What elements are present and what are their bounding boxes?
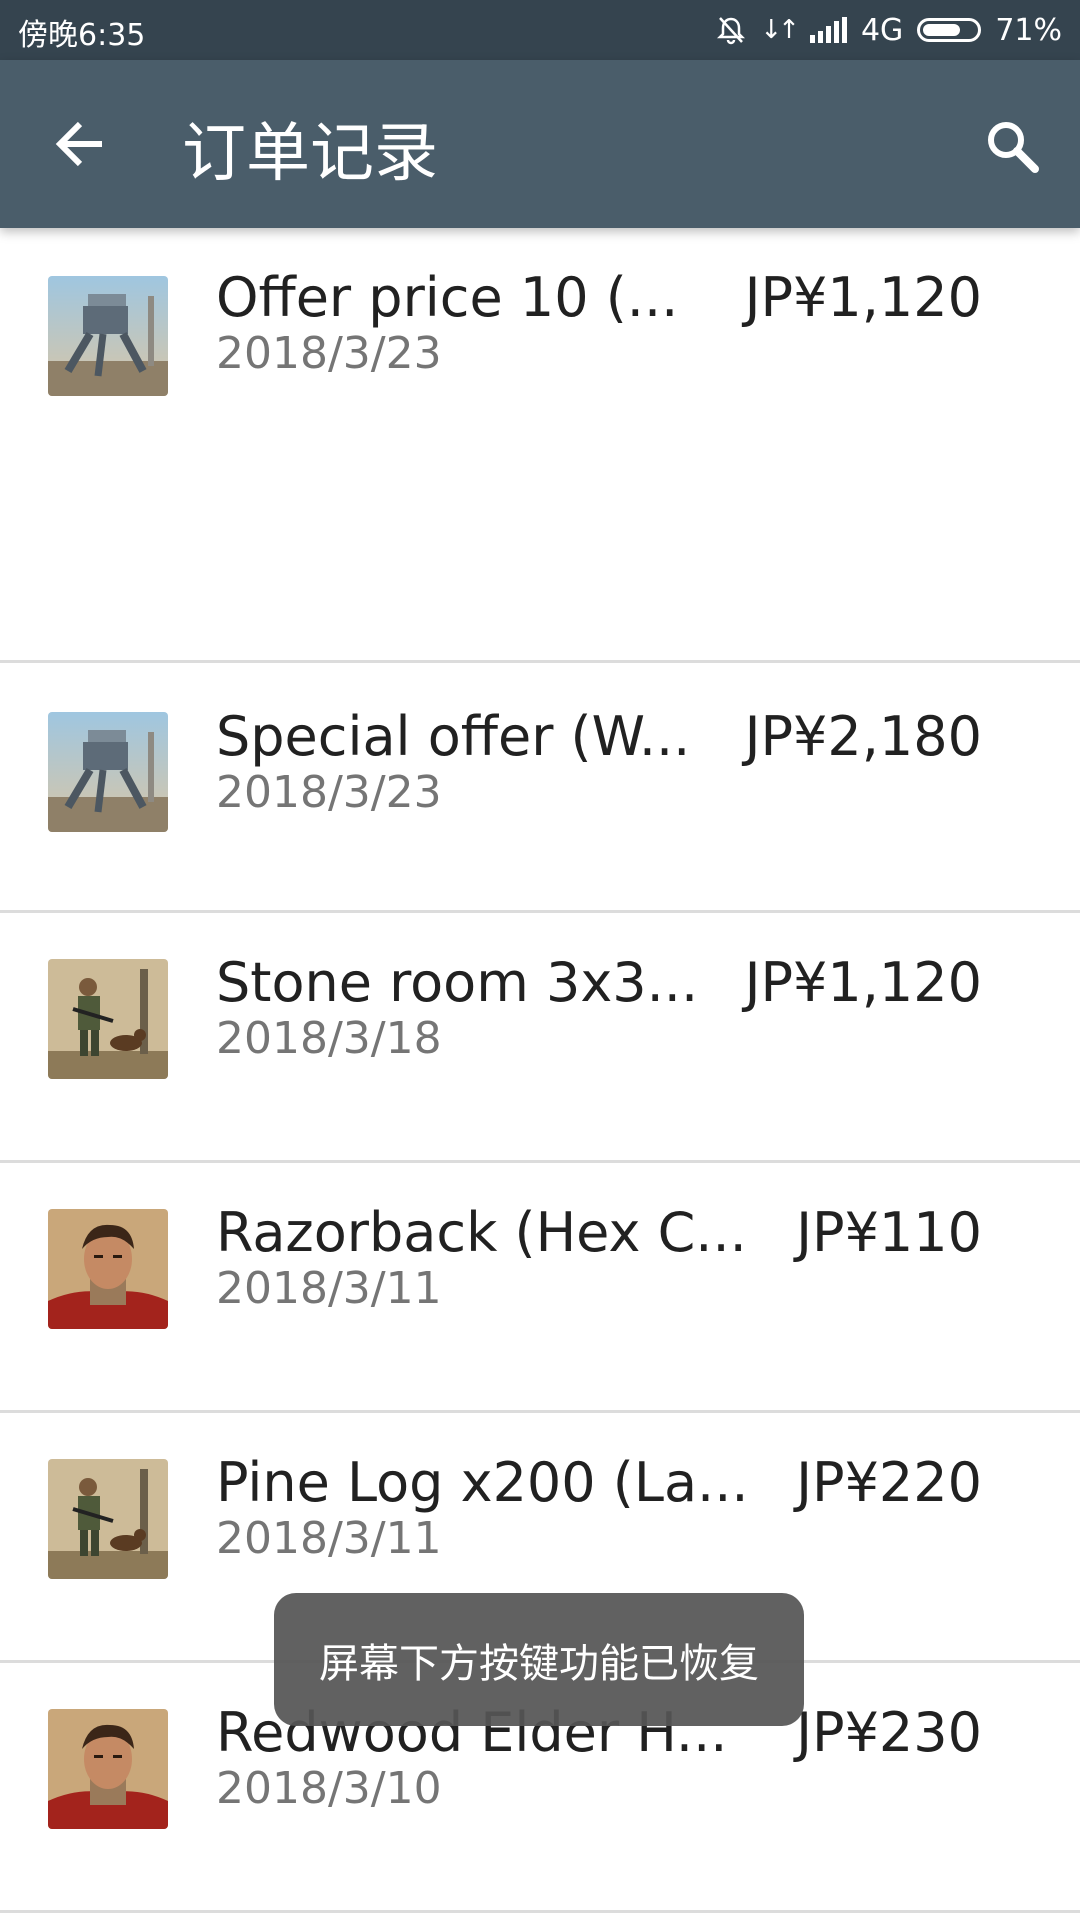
search-icon [988, 122, 1039, 173]
toast-message: 屏幕下方按键功能已恢复 [274, 1593, 804, 1726]
order-row[interactable]: Offer price 10 (... 2018/3/23 JP¥1,120 [0, 228, 1080, 663]
bell-muted-icon [717, 17, 746, 45]
back-button[interactable] [40, 106, 120, 182]
order-price: JP¥230 [796, 1701, 982, 1764]
order-date: 2018/3/10 [216, 1763, 442, 1814]
order-title: Special offer (W... [216, 705, 691, 768]
order-price: JP¥110 [796, 1201, 982, 1264]
order-date: 2018/3/18 [216, 1013, 442, 1064]
signal-strength-icon [809, 17, 847, 43]
battery-fill [923, 24, 961, 36]
page-title: 订单记录 [182, 117, 438, 191]
order-row[interactable]: Razorback (Hex C... 2018/3/11 JP¥110 [0, 1163, 1080, 1413]
battery-icon [917, 18, 982, 42]
order-title: Pine Log x200 (La... [216, 1451, 749, 1514]
warrior-portrait-game-icon [48, 1709, 168, 1829]
order-date: 2018/3/11 [216, 1513, 442, 1564]
mech-robot-game-icon [48, 712, 168, 832]
order-price: JP¥1,120 [744, 266, 982, 329]
search-button[interactable] [974, 108, 1050, 184]
order-price: JP¥1,120 [744, 951, 982, 1014]
order-row[interactable]: Stone room 3x3... 2018/3/18 JP¥1,120 [0, 913, 1080, 1163]
order-title: Stone room 3x3... [216, 951, 699, 1014]
arrow-left-icon [55, 121, 102, 167]
order-row[interactable]: Special offer (W... 2018/3/23 JP¥2,180 [0, 663, 1080, 913]
soldier-dog-game-icon [48, 1459, 168, 1579]
order-date: 2018/3/23 [216, 328, 442, 379]
warrior-portrait-game-icon [48, 1209, 168, 1329]
order-title: Razorback (Hex C... [216, 1201, 747, 1264]
data-transfer-icon: ↓↑ [760, 15, 800, 45]
order-price: JP¥220 [796, 1451, 982, 1514]
mech-robot-game-icon [48, 276, 168, 396]
toast-text: 屏幕下方按键功能已恢复 [319, 1640, 759, 1687]
app-bar: 订单记录 [0, 60, 1080, 228]
order-date: 2018/3/23 [216, 767, 442, 818]
status-time: 傍晚6:35 [18, 18, 146, 53]
status-bar: 傍晚6:35 ↓↑ 4G 71% [0, 0, 1080, 60]
order-date: 2018/3/11 [216, 1263, 442, 1314]
battery-percent: 71% [995, 12, 1062, 48]
network-type: 4G [860, 12, 904, 48]
order-title: Offer price 10 (... [216, 266, 679, 329]
soldier-dog-game-icon [48, 959, 168, 1079]
status-icons: ↓↑ 4G 71% [716, 10, 1062, 50]
order-price: JP¥2,180 [744, 705, 982, 768]
